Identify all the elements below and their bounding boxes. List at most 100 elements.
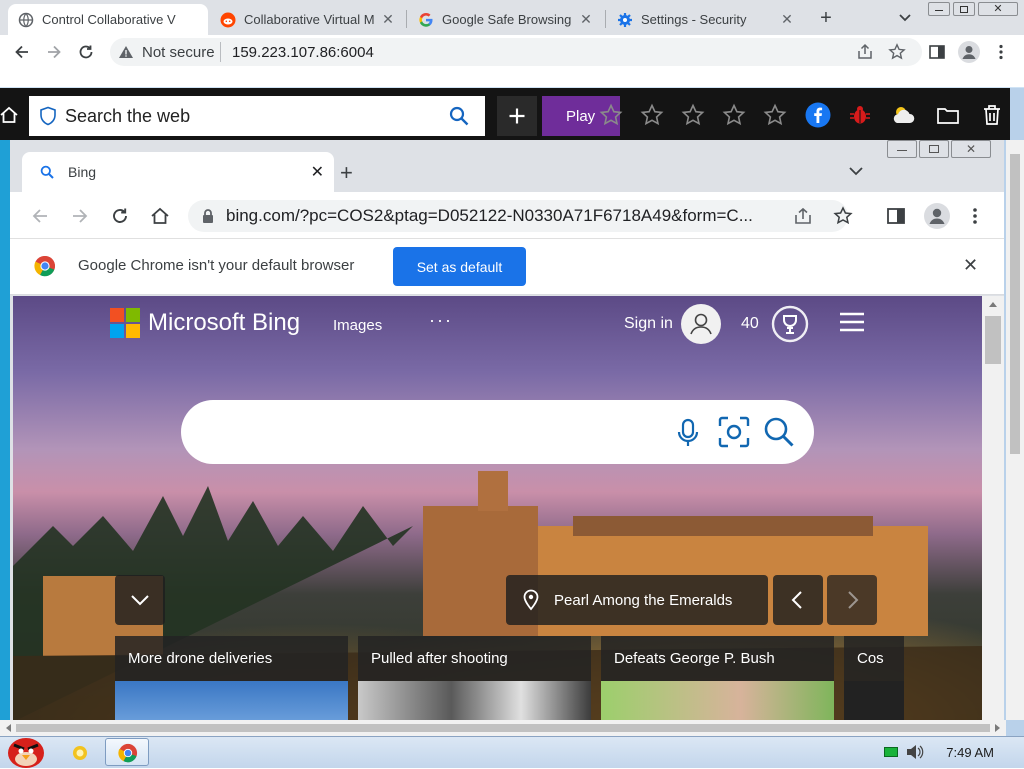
close-icon[interactable]: ✕: [578, 11, 594, 28]
nav-more-icon[interactable]: ···: [429, 310, 453, 331]
facebook-icon[interactable]: [805, 102, 831, 128]
security-status[interactable]: Not secure: [142, 44, 215, 61]
image-caption[interactable]: Pearl Among the Emeralds: [506, 575, 768, 625]
inner-restore-button[interactable]: [919, 140, 949, 158]
outer-url[interactable]: 159.223.107.86:6004: [232, 44, 374, 61]
desktop-background-strip: [0, 140, 10, 720]
add-button[interactable]: [497, 96, 537, 136]
microphone-icon[interactable]: [677, 418, 699, 448]
kiosk-search-box[interactable]: Search the web: [29, 96, 485, 136]
back-button[interactable]: [8, 38, 36, 66]
minimize-button[interactable]: [928, 2, 950, 16]
news-card[interactable]: More drone deliveries: [115, 636, 348, 722]
folder-icon[interactable]: [935, 102, 961, 128]
close-icon[interactable]: ✕: [311, 162, 324, 182]
chevron-down-icon[interactable]: [848, 165, 864, 177]
taskbar-clock[interactable]: 7:49 AM: [946, 745, 994, 760]
explorer-icon[interactable]: [70, 743, 90, 763]
back-button[interactable]: [30, 206, 50, 226]
close-window-button[interactable]: ✕: [978, 2, 1018, 16]
scroll-thumb[interactable]: [16, 724, 990, 732]
menu-kebab-icon[interactable]: [970, 206, 980, 226]
side-panel-icon[interactable]: [886, 206, 906, 226]
outer-omnibox[interactable]: Not secure 159.223.107.86:6004: [110, 38, 922, 66]
rewards-trophy-icon[interactable]: [770, 304, 810, 344]
tab-search-chevron-icon[interactable]: [893, 8, 917, 28]
angry-bird-start-icon[interactable]: [4, 731, 48, 769]
next-image-button[interactable]: [827, 575, 877, 625]
outer-tab-control-collaborative[interactable]: Control Collaborative V: [8, 4, 208, 35]
forward-button[interactable]: [40, 38, 68, 66]
bug-icon[interactable]: [847, 102, 873, 128]
star-icon[interactable]: [762, 102, 788, 128]
remote-horizontal-scrollbar[interactable]: [0, 720, 1006, 736]
kiosk-search-placeholder: Search the web: [65, 105, 191, 126]
nav-images-link[interactable]: Images: [333, 317, 382, 334]
inner-minimize-button[interactable]: [887, 140, 917, 158]
close-icon[interactable]: ✕: [380, 11, 396, 28]
visual-search-icon[interactable]: [718, 416, 750, 448]
bing-logo[interactable]: Microsoft Bing: [110, 308, 300, 338]
network-icon[interactable]: [884, 747, 898, 757]
hamburger-menu-icon[interactable]: [839, 312, 865, 332]
new-tab-button[interactable]: +: [814, 6, 838, 30]
volume-icon[interactable]: [906, 744, 924, 760]
chrome-taskbar-button[interactable]: [105, 738, 149, 766]
bookmark-star-icon[interactable]: [888, 43, 906, 61]
page-vertical-scrollbar[interactable]: [982, 296, 1004, 722]
kiosk-toolbar: Search the web Play: [0, 88, 1010, 140]
google-icon: [418, 12, 434, 28]
bookmark-star-icon[interactable]: [833, 206, 853, 226]
user-avatar-icon[interactable]: [681, 304, 721, 344]
inner-url[interactable]: bing.com/?pc=COS2&ptag=D052122-N0330A71F…: [226, 206, 786, 226]
lock-icon: [202, 208, 214, 224]
search-icon[interactable]: [449, 106, 469, 126]
side-panel-icon[interactable]: [928, 43, 946, 61]
star-icon[interactable]: [639, 102, 665, 128]
home-icon[interactable]: [0, 106, 18, 124]
star-icon[interactable]: [680, 102, 706, 128]
set-as-default-button[interactable]: Set as default: [393, 247, 526, 286]
news-card[interactable]: Defeats George P. Bush: [601, 636, 834, 722]
inner-tab-bing[interactable]: Bing ✕: [22, 152, 334, 192]
star-icon[interactable]: [721, 102, 747, 128]
inner-close-window-button[interactable]: ✕: [951, 140, 991, 158]
tab-title: Settings - Security: [641, 12, 747, 27]
inner-new-tab-button[interactable]: +: [340, 160, 353, 186]
outer-tab-settings-security[interactable]: Settings - Security ✕: [607, 4, 805, 35]
share-icon[interactable]: [856, 43, 874, 61]
profile-avatar[interactable]: [958, 41, 980, 63]
star-icon[interactable]: [598, 102, 624, 128]
forward-button[interactable]: [70, 206, 90, 226]
sign-in-link[interactable]: Sign in: [624, 315, 673, 333]
chrome-logo-icon: [34, 255, 56, 277]
close-icon[interactable]: ✕: [779, 11, 795, 28]
expand-chevron-button[interactable]: [115, 575, 165, 625]
close-icon[interactable]: ✕: [963, 255, 978, 276]
scroll-up-arrow-icon[interactable]: [988, 300, 998, 308]
weather-icon[interactable]: [891, 102, 917, 128]
trash-icon[interactable]: [979, 102, 1005, 128]
scroll-thumb[interactable]: [985, 316, 1001, 364]
reload-button[interactable]: [72, 38, 100, 66]
outer-tab-google-safe-browsing[interactable]: Google Safe Browsing ✕: [408, 4, 604, 35]
news-card-image: [844, 681, 904, 722]
bing-search-box[interactable]: [181, 400, 814, 464]
news-card-title: More drone deliveries: [128, 650, 273, 667]
share-icon[interactable]: [793, 207, 813, 225]
inner-omnibox[interactable]: bing.com/?pc=COS2&ptag=D052122-N0330A71F…: [188, 200, 853, 232]
restore-button[interactable]: [953, 2, 975, 16]
remote-vertical-scrollbar[interactable]: [1006, 140, 1024, 720]
home-icon[interactable]: [150, 206, 170, 226]
scroll-right-arrow-icon[interactable]: [994, 723, 1002, 733]
profile-avatar[interactable]: [924, 203, 950, 229]
previous-image-button[interactable]: [773, 575, 823, 625]
search-icon[interactable]: [763, 416, 795, 448]
news-card[interactable]: Pulled after shooting: [358, 636, 591, 722]
menu-kebab-icon[interactable]: [996, 43, 1006, 61]
outer-tab-strip: Control Collaborative V Collaborative Vi…: [0, 0, 1024, 35]
reload-button[interactable]: [110, 206, 130, 226]
outer-tab-collaborative-virtual[interactable]: Collaborative Virtual M ✕: [210, 4, 406, 35]
scroll-thumb[interactable]: [1010, 154, 1020, 454]
news-card[interactable]: Cos: [844, 636, 904, 722]
